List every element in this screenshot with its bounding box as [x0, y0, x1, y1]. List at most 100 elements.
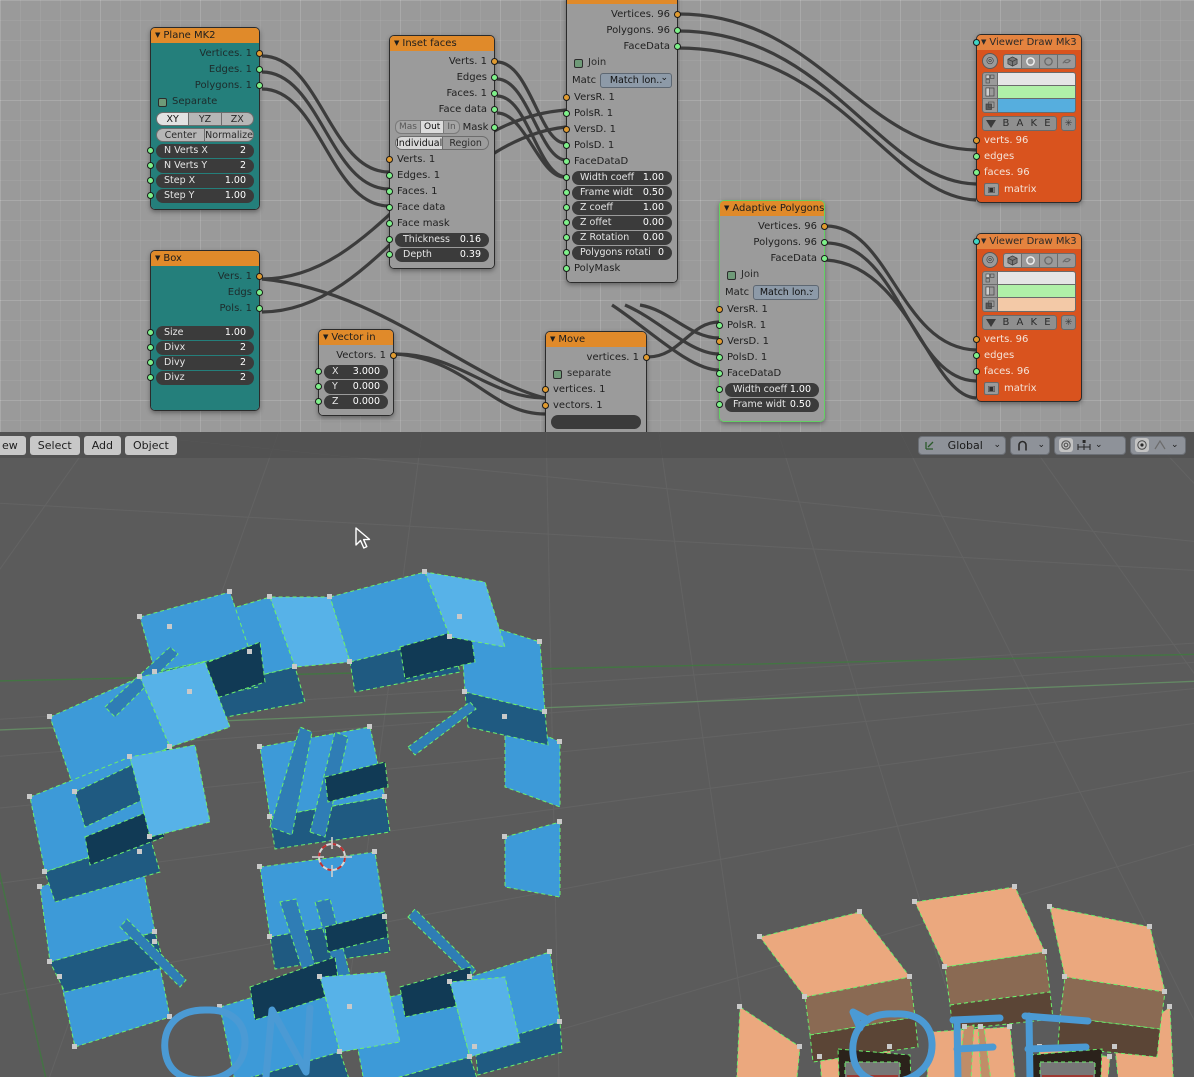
input-socket-row[interactable]: Face mask [386, 216, 494, 232]
input-socket-row[interactable]: VersR. 1 [563, 90, 677, 106]
input-socket-row[interactable]: faces. 96 [973, 364, 1081, 380]
proportional-edit-group[interactable]: ⌄ [1054, 435, 1126, 455]
input-socket-row[interactable]: Edges. 1 [386, 168, 494, 184]
socket-vectors-out[interactable] [390, 352, 397, 359]
output-socket-row[interactable]: FaceData [720, 251, 828, 267]
individual-button[interactable]: Individual [395, 136, 443, 150]
node-viewer-draw-bottom[interactable]: ▼ Viewer Draw Mk3 ◎ B A K E ✳ verts. 96 e… [973, 233, 1082, 402]
viewer-toolbar[interactable]: ◎ [977, 50, 1081, 71]
output-socket-row[interactable]: Vers. 1 [151, 269, 263, 285]
normalize-button[interactable]: Normalize [204, 128, 254, 142]
loop-icon[interactable] [1057, 53, 1076, 69]
node-vector-in[interactable]: ▼ Vector in Vectors. 1 X 3.000 Y 0.000 Z 0.0… [315, 329, 397, 416]
field-z-rotation[interactable]: Z Rotation 0.00 [572, 231, 672, 245]
viewport-header[interactable]: ew Select Add Object Global ⌄ ⌄ ⌄ ⌄ [0, 432, 1194, 458]
mask-button-group[interactable]: Mas Out In [395, 120, 460, 134]
node-move[interactable]: ▼ Move vertices. 1 separate vertices. 1 v… [542, 331, 650, 432]
socket-faces[interactable] [973, 368, 980, 375]
color-swatch-list[interactable] [982, 271, 1076, 312]
field-x[interactable]: X 3.000 [324, 365, 388, 379]
collapse-triangle-icon[interactable]: ▼ [550, 332, 555, 347]
pivot-icon[interactable] [1135, 438, 1149, 452]
socket-polsr[interactable] [716, 322, 723, 329]
cube-icon[interactable] [1003, 53, 1021, 69]
socket-vectors-in[interactable] [542, 402, 549, 409]
input-socket-row[interactable]: verts. 96 [973, 133, 1081, 149]
field-step-y[interactable]: Step Y 1.00 [156, 189, 254, 203]
socket-facedata-out[interactable] [491, 106, 498, 113]
node-header[interactable]: ▼ Vector in [319, 330, 393, 345]
match-mode-row[interactable]: Matc Match lon.. [572, 72, 672, 88]
input-socket-row[interactable]: Verts. 1 [386, 152, 494, 168]
viewer-toolbar[interactable]: ◎ [977, 249, 1081, 270]
socket-facedata-out[interactable] [674, 43, 681, 50]
mask-out-button[interactable]: Out [419, 120, 444, 134]
output-socket-row[interactable]: vertices. 1 [546, 350, 650, 366]
output-socket-row[interactable]: Face data [390, 102, 498, 118]
snap-toggle[interactable]: ⌄ [1010, 435, 1050, 455]
node-header[interactable]: ▼ Adaptive Polygons .. [720, 201, 824, 216]
input-socket-row[interactable]: VersR. 1 [716, 302, 824, 318]
output-socket-row[interactable]: Vectors. 1 [319, 348, 397, 364]
color-swatch-list[interactable] [982, 72, 1076, 113]
swatch-row-verts[interactable] [983, 272, 1075, 285]
field-z-coeff[interactable]: Z coeff 1.00 [572, 201, 672, 215]
axis-yz-button[interactable]: YZ [188, 112, 221, 126]
output-socket-row[interactable]: Polygons. 96 [720, 235, 828, 251]
swatch-color[interactable] [998, 99, 1075, 112]
snap-increment-icon[interactable] [1077, 438, 1091, 452]
swatch-color[interactable] [998, 285, 1075, 297]
mask-row[interactable]: Mas Out In Mask [395, 120, 489, 134]
input-socket-row-matrix[interactable]: ▣ matrix [973, 238, 1081, 396]
socket-frame-width[interactable] [716, 401, 723, 408]
output-socket-row[interactable]: Edges. 1 [151, 62, 263, 78]
socket-facemask-in[interactable] [386, 220, 393, 227]
socket-z-rotation[interactable] [563, 234, 570, 241]
socket-y[interactable] [315, 383, 322, 390]
transform-orientation-dropdown[interactable]: Global ⌄ [918, 435, 1006, 455]
socket-versd[interactable] [716, 338, 723, 345]
mode-button-group[interactable]: Center Normalize [156, 128, 254, 142]
output-socket-row[interactable]: Polygons. 1 [151, 78, 263, 94]
input-socket-row[interactable]: FaceDataD [563, 154, 677, 170]
swatch-color[interactable] [998, 73, 1075, 85]
output-socket-row[interactable]: Polygons. 96 [567, 23, 681, 39]
node-inset-faces[interactable]: ▼ Inset faces Verts. 1 Edges Faces. 1 Fac… [386, 35, 498, 269]
socket-matrix[interactable] [973, 238, 980, 245]
socket-step-y[interactable] [147, 192, 154, 199]
input-socket-row[interactable]: Face data [386, 200, 494, 216]
match-mode-row[interactable]: Matc Match lon.. [725, 284, 819, 300]
chevron-down-icon[interactable]: ⌄ [1171, 440, 1179, 450]
socket-z-offset[interactable] [563, 219, 570, 226]
output-socket-row[interactable]: Vertices. 1 [151, 46, 263, 62]
socket-divz[interactable] [147, 374, 154, 381]
menu-object[interactable]: Object [125, 435, 177, 455]
socket-edges[interactable] [973, 352, 980, 359]
field-frame-width[interactable]: Frame widt 0.50 [725, 398, 819, 412]
socket-vertices-in[interactable] [542, 386, 549, 393]
socket-edges-in[interactable] [386, 172, 393, 179]
checkbox-icon[interactable] [553, 369, 562, 379]
socket-vers[interactable] [256, 273, 263, 280]
collapse-triangle-icon[interactable]: ▼ [981, 35, 986, 50]
output-socket-row[interactable]: Pols. 1 [151, 301, 263, 317]
inset-mode-group[interactable]: Individual Region [395, 136, 489, 150]
socket-polymask[interactable] [563, 265, 570, 272]
viewport-canvas[interactable] [0, 432, 1194, 1077]
socket-versd[interactable] [563, 126, 570, 133]
socket-depth[interactable] [386, 251, 393, 258]
chevron-down-icon[interactable]: ⌄ [1095, 440, 1103, 450]
field-thickness[interactable]: Thickness 0.16 [395, 233, 489, 247]
output-socket-row[interactable]: Edges [390, 70, 498, 86]
checkbox-icon[interactable] [574, 58, 583, 68]
socket-vertices[interactable] [256, 50, 263, 57]
input-socket-row[interactable]: PolsR. 1 [563, 106, 677, 122]
node-header[interactable]: ▼ Move [546, 332, 646, 347]
field-z-offset[interactable]: Z offet 0.00 [572, 216, 672, 230]
socket-faces-out[interactable] [491, 90, 498, 97]
socket-z[interactable] [315, 398, 322, 405]
socket-facedatad[interactable] [716, 370, 723, 377]
node-header[interactable]: ▼ Box [151, 251, 259, 266]
socket-vertices-out[interactable] [674, 11, 681, 18]
socket-facedatad[interactable] [563, 158, 570, 165]
